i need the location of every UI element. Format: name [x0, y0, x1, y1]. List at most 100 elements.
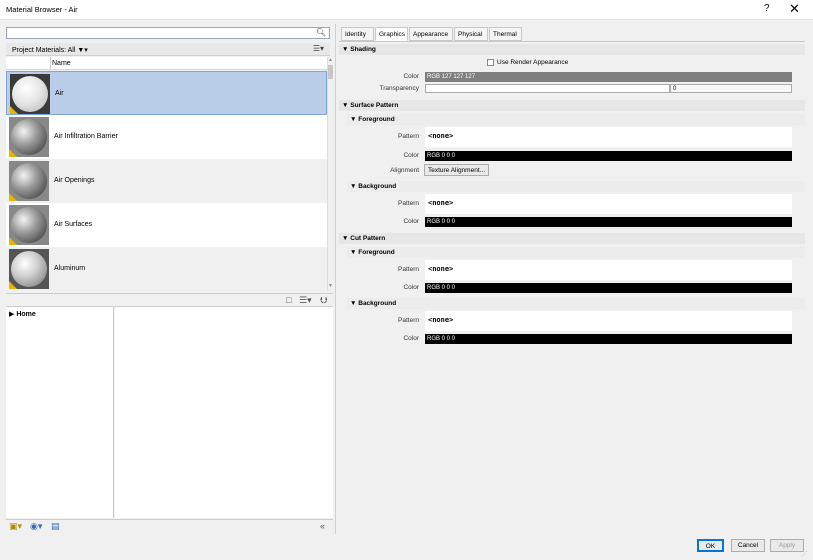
- button-label: Cancel: [737, 542, 759, 549]
- shading-color-label: Color: [403, 73, 419, 80]
- list-view-icon[interactable]: ☰▾: [313, 44, 324, 53]
- library-toolbar: □ ☰▾ ⮋: [6, 293, 333, 307]
- name-column-header[interactable]: Name: [52, 60, 71, 67]
- column-separator: [50, 57, 51, 70]
- tree-item-home[interactable]: ▶ Home: [9, 310, 36, 318]
- tab-identity[interactable]: Identity: [341, 27, 374, 41]
- resize-grip-icon[interactable]: ⋰: [801, 550, 808, 558]
- list-item[interactable]: Aluminum: [6, 247, 327, 291]
- scroll-down-icon[interactable]: ▼: [328, 283, 333, 289]
- cut-pattern-header[interactable]: ▼ Cut Pattern: [339, 233, 805, 244]
- use-render-appearance-label: Use Render Appearance: [497, 59, 569, 66]
- cancel-button[interactable]: Cancel: [731, 539, 765, 552]
- surface-fg-pattern-label: Pattern: [398, 133, 419, 140]
- transparency-slider[interactable]: [425, 84, 670, 93]
- use-render-appearance-checkbox[interactable]: [487, 59, 494, 66]
- cut-bg-color-label: Color: [403, 335, 419, 342]
- shading-header[interactable]: ▼ Shading: [339, 44, 805, 55]
- panel-divider[interactable]: [335, 24, 336, 534]
- list-view-icon[interactable]: ☰▾: [299, 295, 312, 306]
- tab-label: Identity: [345, 31, 366, 38]
- cut-fg-color-swatch[interactable]: RGB 0 0 0: [425, 283, 792, 293]
- pattern-value: <none>: [428, 132, 454, 140]
- library-tree: ▶ Home: [6, 307, 114, 518]
- cut-foreground-header[interactable]: ▼ Foreground: [347, 247, 805, 258]
- project-materials-filter[interactable]: Project Materials: All ▼▾: [12, 46, 88, 54]
- surface-bg-color-label: Color: [403, 218, 419, 225]
- library-globe-icon[interactable]: ◉▾: [30, 521, 42, 532]
- material-name: Aluminum: [54, 265, 86, 272]
- asset-editor-icon[interactable]: ▤: [51, 521, 60, 532]
- surface-bg-pattern-field[interactable]: <none>: [425, 194, 792, 214]
- filter-icon[interactable]: ▼▾: [77, 47, 87, 54]
- project-tag-icon: [9, 193, 17, 201]
- search-input[interactable]: [9, 28, 309, 38]
- surface-bg-pattern-label: Pattern: [398, 200, 419, 207]
- project-tag-icon: [9, 281, 17, 289]
- list-scrollbar[interactable]: ▲ ▼: [327, 57, 333, 291]
- close-button[interactable]: ✕: [789, 1, 800, 17]
- tab-thermal[interactable]: Thermal: [489, 27, 522, 41]
- texture-alignment-button[interactable]: Texture Alignment...: [424, 164, 489, 176]
- surface-fg-pattern-field[interactable]: <none>: [425, 127, 792, 147]
- surface-bg-color-swatch[interactable]: RGB 0 0 0: [425, 217, 792, 227]
- panel-toggle-icon[interactable]: □: [286, 295, 291, 305]
- material-thumbnail: [10, 74, 50, 114]
- pattern-value: <none>: [428, 316, 454, 324]
- color-value: RGB 127 127 127: [427, 74, 476, 80]
- section-title: Shading: [350, 46, 376, 53]
- list-header: Name: [6, 57, 327, 70]
- tab-appearance[interactable]: Appearance: [409, 27, 453, 41]
- tab-label: Thermal: [493, 31, 517, 38]
- list-item[interactable]: Air Surfaces: [6, 203, 327, 247]
- material-name: Air Infiltration Barrier: [54, 133, 118, 140]
- color-value: RGB 0 0 0: [427, 336, 456, 342]
- apply-button[interactable]: Apply: [770, 539, 804, 552]
- bottom-toolbar: ▣▾ ◉▾ ▤ «: [6, 519, 333, 533]
- tab-physical[interactable]: Physical: [454, 27, 488, 41]
- shading-color-swatch[interactable]: RGB 127 127 127: [425, 72, 792, 82]
- list-item[interactable]: Air Infiltration Barrier: [6, 115, 327, 159]
- cut-background-header[interactable]: ▼ Background: [347, 298, 805, 309]
- cut-fg-color-label: Color: [403, 284, 419, 291]
- button-label: OK: [705, 543, 716, 550]
- surface-fg-color-label: Color: [403, 152, 419, 159]
- collapse-down-icon[interactable]: ⮋: [320, 295, 327, 306]
- search-icon[interactable]: 🔍︎: [316, 28, 326, 37]
- library-content: [115, 307, 333, 518]
- cut-fg-pattern-label: Pattern: [398, 266, 419, 273]
- surface-fg-color-swatch[interactable]: RGB 0 0 0: [425, 151, 792, 161]
- project-materials-header: Project Materials: All ▼▾ ☰▾: [6, 43, 330, 56]
- list-item[interactable]: Air Openings: [6, 159, 327, 203]
- create-material-icon[interactable]: ▣▾: [9, 521, 22, 532]
- transparency-value[interactable]: 0: [670, 84, 792, 93]
- color-value: RGB 0 0 0: [427, 285, 456, 291]
- material-name: Air Surfaces: [54, 221, 93, 228]
- project-tag-icon: [9, 237, 17, 245]
- subsection-title: Background: [358, 300, 397, 307]
- help-button[interactable]: ?: [764, 3, 770, 14]
- cut-bg-pattern-label: Pattern: [398, 317, 419, 324]
- tab-label: Graphics: [379, 31, 406, 38]
- search-box[interactable]: 🔍︎: [6, 27, 330, 39]
- scroll-thumb[interactable]: [328, 65, 333, 79]
- home-label: Home: [16, 311, 36, 318]
- material-name: Air Openings: [54, 177, 95, 184]
- list-item[interactable]: Air: [6, 71, 327, 115]
- tab-graphics[interactable]: Graphics: [375, 27, 408, 41]
- ok-button[interactable]: OK: [697, 539, 724, 552]
- surface-pattern-header[interactable]: ▼ Surface Pattern: [339, 100, 805, 111]
- scroll-up-icon[interactable]: ▲: [328, 57, 333, 63]
- surface-foreground-header[interactable]: ▼ Foreground: [347, 114, 805, 125]
- material-thumbnail: [9, 249, 49, 289]
- surface-background-header[interactable]: ▼ Background: [347, 181, 805, 192]
- tab-label: Physical: [458, 31, 483, 38]
- cut-bg-pattern-field[interactable]: <none>: [425, 311, 792, 331]
- section-title: Surface Pattern: [350, 102, 399, 109]
- cut-bg-color-swatch[interactable]: RGB 0 0 0: [425, 334, 792, 344]
- graphics-properties: ▼ Shading Use Render Appearance Color RG…: [339, 41, 805, 531]
- material-thumbnail: [9, 161, 49, 201]
- cut-fg-pattern-field[interactable]: <none>: [425, 260, 792, 280]
- subsection-title: Foreground: [358, 249, 395, 256]
- collapse-left-icon[interactable]: «: [320, 521, 325, 531]
